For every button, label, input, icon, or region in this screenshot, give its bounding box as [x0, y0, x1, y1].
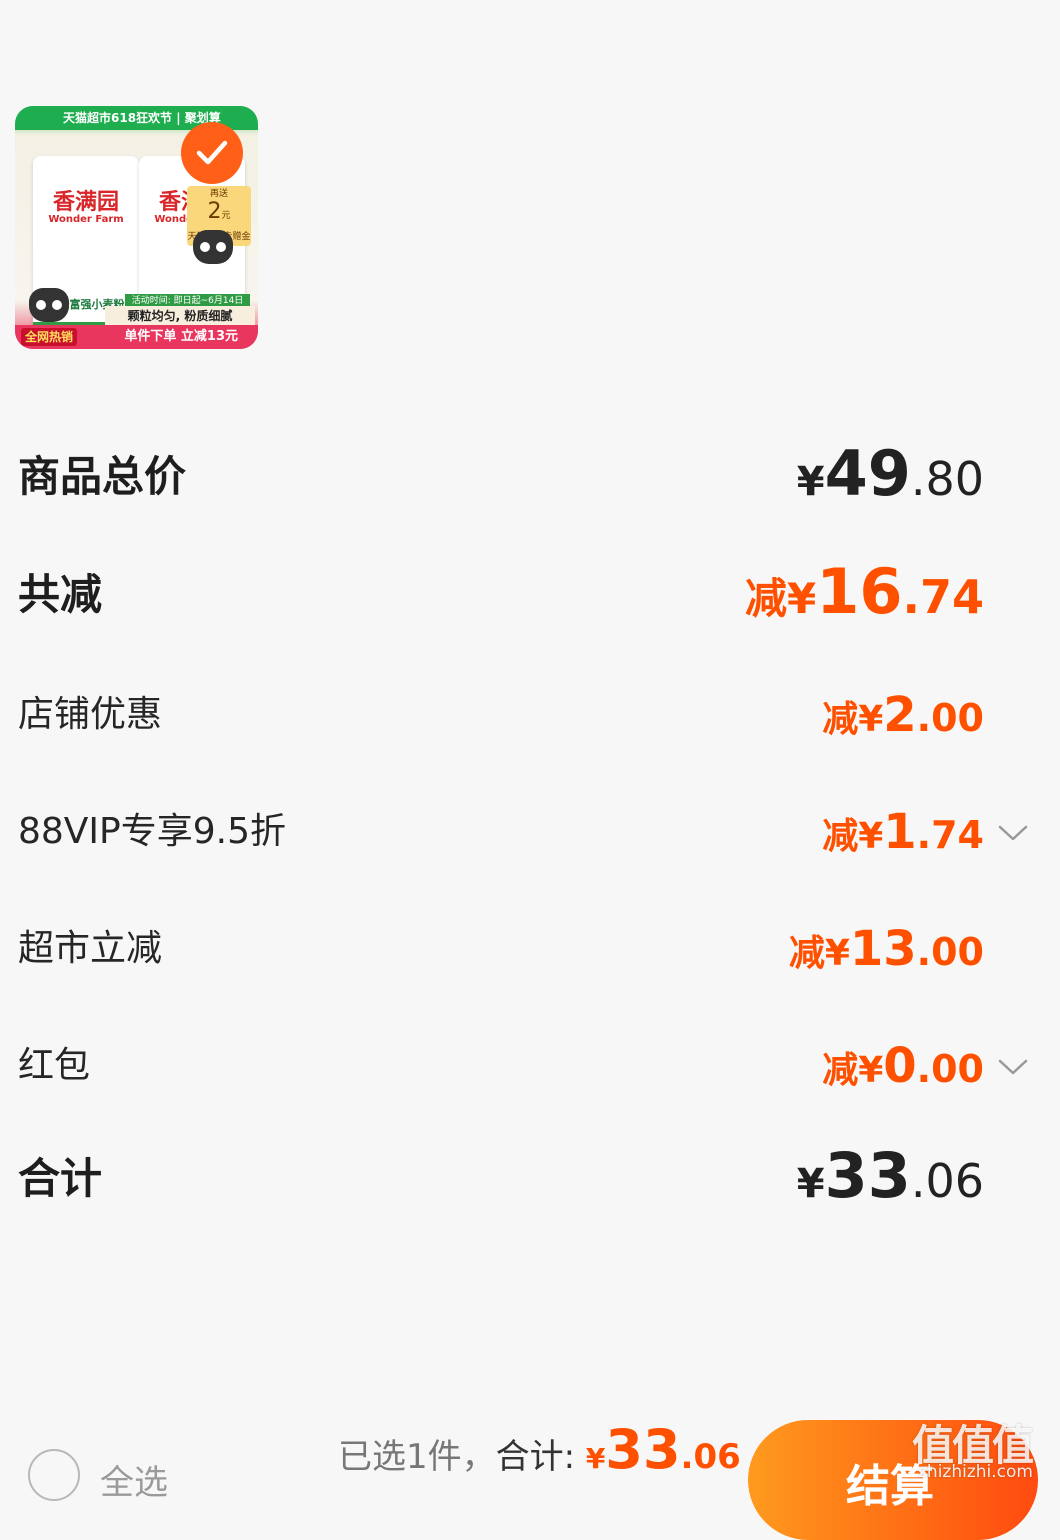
price-int: 13: [849, 921, 917, 977]
price-dec: .00: [916, 930, 984, 974]
row-total: 商品总价 ¥49.80: [18, 437, 1060, 510]
chevron-down-icon[interactable]: [998, 1058, 1028, 1076]
tmall-cat-icon: [193, 230, 233, 264]
cart-summary: 已选1件，合计: ¥33.06: [338, 1418, 741, 1481]
row-sum: 合计 ¥33.06: [18, 1139, 1060, 1212]
price-dec: .74: [902, 570, 985, 624]
row-vip-value: 减¥1.74: [822, 804, 984, 860]
price-int: 2: [883, 687, 917, 743]
price-int: 33: [824, 1139, 911, 1212]
row-store-value: 减¥2.00: [822, 687, 984, 743]
row-store-discount: 店铺优惠 减¥2.00: [18, 683, 1060, 743]
row-total-label: 商品总价: [18, 452, 187, 501]
discount-prefix: 减¥: [788, 933, 850, 974]
currency-symbol: ¥: [796, 1161, 825, 1207]
discount-prefix: 减¥: [822, 699, 884, 740]
price-int: 1: [883, 804, 917, 860]
discount-prefix: 减¥: [822, 816, 884, 857]
voucher-amount: 2: [207, 199, 222, 224]
row-total-value: ¥49.80: [797, 437, 984, 510]
price-dec: .06: [910, 1154, 984, 1208]
summary-dec: .06: [680, 1437, 741, 1477]
promo-line1: 颗粒均匀, 粉质细腻: [105, 306, 255, 326]
discount-prefix: 减¥: [822, 1050, 884, 1091]
selected-check-icon[interactable]: [181, 122, 243, 184]
summary-total-label: 合计:: [495, 1437, 586, 1477]
checkmark-icon: [196, 140, 228, 165]
select-all-label[interactable]: 全选: [100, 1455, 168, 1504]
price-dec: .00: [916, 696, 984, 740]
row-vip-discount[interactable]: 88VIP专享9.5折 减¥1.74: [18, 800, 1060, 860]
price-int: 16: [816, 555, 903, 628]
voucher-prefix: 再送: [209, 189, 228, 199]
watermark-url: zhizhizhi.com: [918, 1462, 1033, 1482]
row-store-label: 店铺优惠: [18, 694, 163, 735]
row-discount: 共减 减¥16.74: [18, 555, 1060, 628]
row-market-discount: 超市立减 减¥13.00: [18, 917, 1060, 977]
price-dec: .00: [916, 1047, 984, 1091]
row-redpacket[interactable]: 红包 减¥0.00: [18, 1034, 1060, 1094]
tmall-cat-icon: [29, 288, 69, 322]
brand-en: Wonder Farm: [48, 214, 124, 225]
price-int: 0: [883, 1038, 917, 1094]
row-vip-label: 88VIP专享9.5折: [18, 811, 287, 852]
select-all-radio[interactable]: [28, 1449, 80, 1501]
price-int: 49: [824, 437, 911, 510]
row-market-label: 超市立减: [18, 928, 163, 969]
chevron-down-icon[interactable]: [998, 824, 1028, 842]
row-discount-value: 减¥16.74: [745, 555, 984, 628]
voucher-unit: 元: [221, 211, 231, 221]
row-market-value: 减¥13.00: [789, 921, 984, 977]
hot-tag: 全网热销: [21, 328, 78, 346]
row-sum-value: ¥33.06: [797, 1139, 984, 1212]
brand-cn: 香满园: [52, 189, 119, 215]
price-dec: .80: [910, 452, 984, 506]
price-dec: .74: [916, 813, 984, 857]
row-redpacket-value: 减¥0.00: [822, 1038, 984, 1094]
currency-symbol: ¥: [796, 459, 825, 505]
row-discount-label: 共减: [18, 570, 103, 619]
row-sum-label: 合计: [18, 1154, 103, 1203]
summary-currency: ¥: [585, 1442, 606, 1475]
discount-prefix: 减¥: [744, 574, 817, 623]
selected-count: 已选1件，: [338, 1437, 496, 1477]
row-redpacket-label: 红包: [18, 1045, 91, 1086]
summary-int: 33: [605, 1418, 681, 1481]
